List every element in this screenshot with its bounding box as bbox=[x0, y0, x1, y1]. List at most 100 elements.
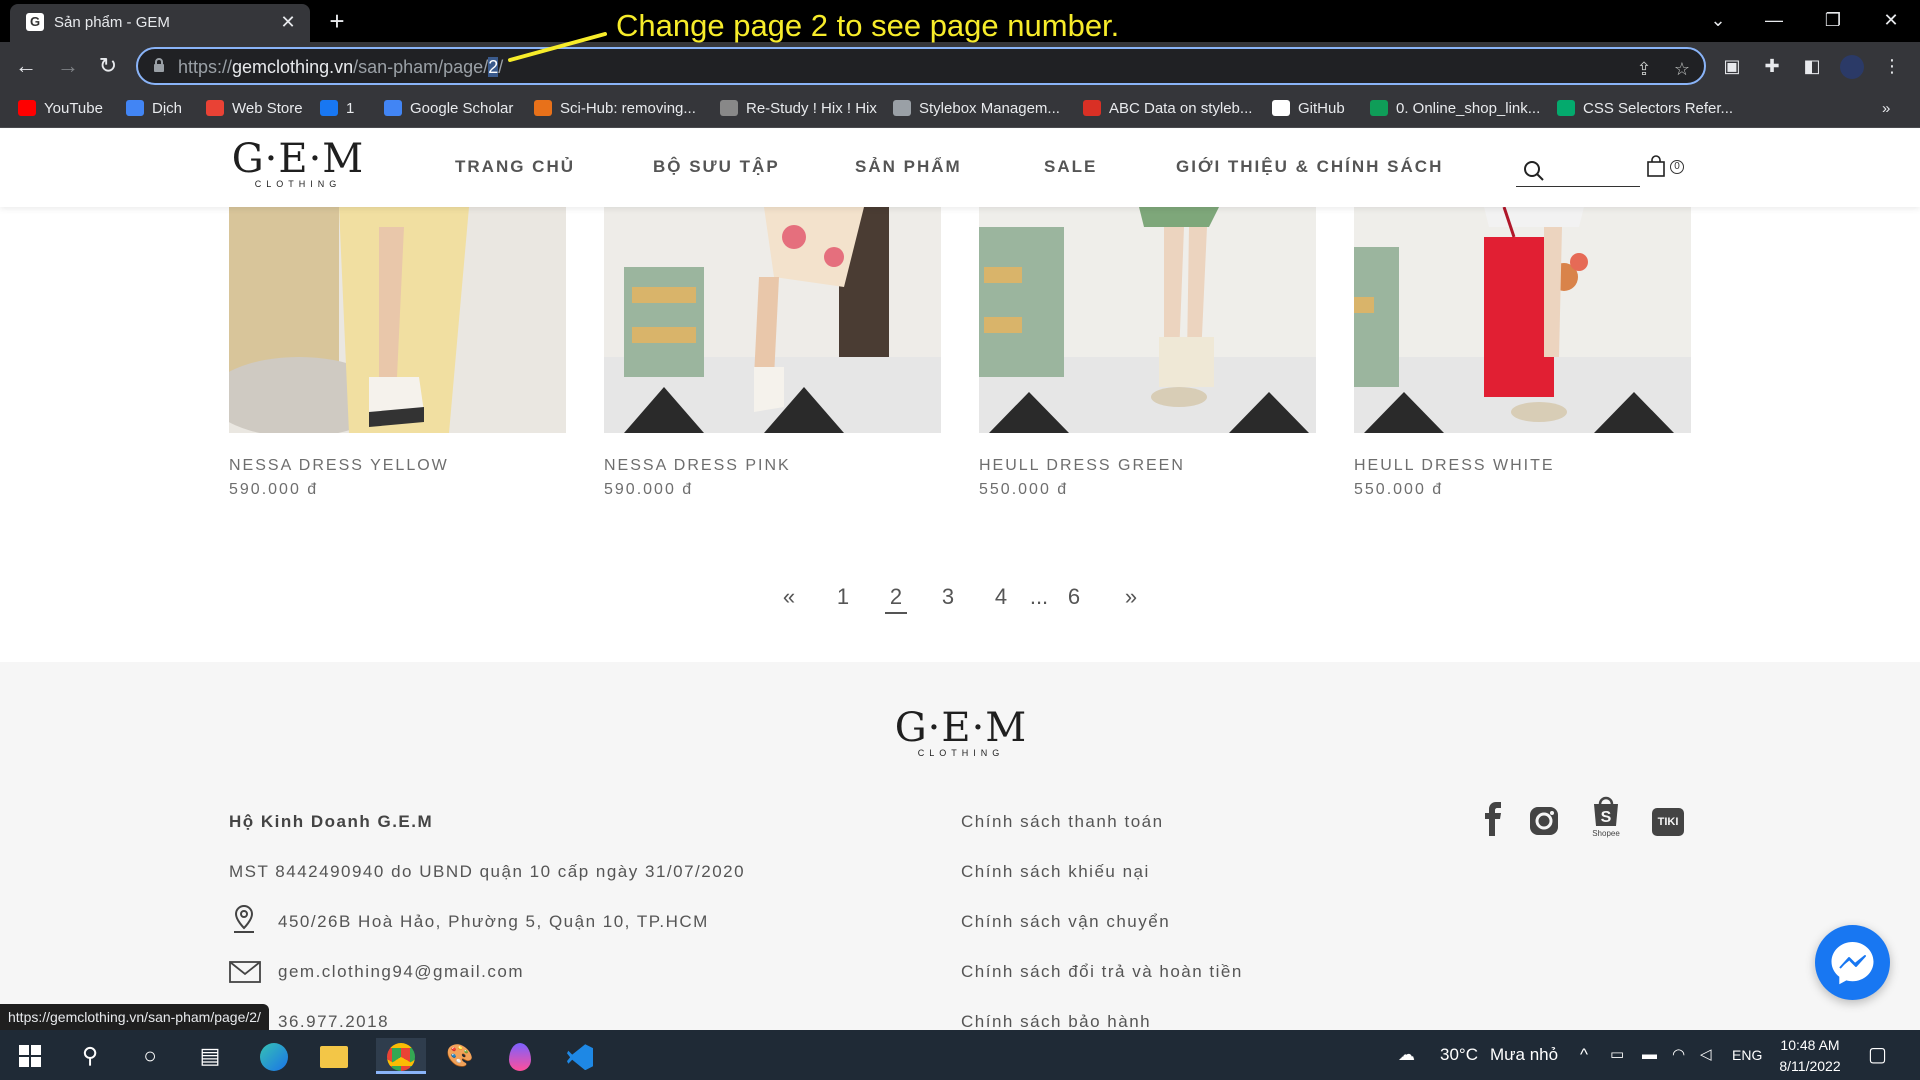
weather-icon[interactable]: ☁ bbox=[1398, 1030, 1415, 1080]
product-image[interactable] bbox=[979, 207, 1316, 433]
browser-tab[interactable]: G Sản phẩm - GEM ✕ bbox=[10, 4, 310, 42]
bookmark-star-icon[interactable]: ☆ bbox=[1670, 57, 1694, 81]
menu-kebab-icon[interactable]: ⋮ bbox=[1878, 52, 1906, 80]
bookmarks-overflow-icon[interactable]: » bbox=[1882, 99, 1890, 119]
shopee-icon[interactable]: S Shopee bbox=[1586, 794, 1626, 838]
paint-icon[interactable]: 🎨 bbox=[442, 1038, 478, 1074]
vscode-icon[interactable] bbox=[562, 1038, 598, 1074]
search-icon[interactable]: ⚲ bbox=[72, 1038, 108, 1074]
bookmark-item[interactable]: Re-Study ! Hix ! Hix bbox=[720, 99, 877, 119]
tiki-icon[interactable]: TIKI bbox=[1652, 808, 1684, 836]
bookmark-item[interactable]: CSS Selectors Refer... bbox=[1557, 99, 1733, 119]
chrome-icon[interactable] bbox=[376, 1038, 426, 1074]
weather-desc[interactable]: Mưa nhỏ bbox=[1490, 1030, 1558, 1080]
meet-now-icon[interactable]: ▭ bbox=[1610, 1030, 1624, 1080]
page-link-3[interactable]: 3 bbox=[937, 580, 959, 614]
product-image[interactable] bbox=[604, 207, 941, 433]
bookmark-item[interactable]: Dịch bbox=[126, 99, 182, 119]
bookmark-item[interactable]: Web Store bbox=[206, 99, 303, 119]
pagination-next-icon[interactable]: » bbox=[1116, 580, 1146, 614]
edge-icon[interactable] bbox=[256, 1038, 292, 1074]
battery-icon[interactable]: ▬ bbox=[1642, 1030, 1657, 1080]
bookmark-item[interactable]: Google Scholar bbox=[384, 99, 513, 119]
product-price: 590.000 đ bbox=[604, 481, 694, 498]
product-image[interactable] bbox=[229, 207, 566, 433]
bookmark-item[interactable]: YouTube bbox=[18, 99, 103, 119]
input-language[interactable]: ENG bbox=[1732, 1030, 1762, 1080]
minimize-button[interactable]: — bbox=[1751, 0, 1797, 40]
lock-icon[interactable] bbox=[152, 57, 170, 75]
url-selected-page[interactable]: 2 bbox=[488, 57, 499, 77]
notification-icon[interactable]: ▢ bbox=[1868, 1030, 1887, 1080]
policy-link-complaint[interactable]: Chính sách khiếu nại bbox=[961, 862, 1150, 882]
tab-close-icon[interactable]: ✕ bbox=[276, 10, 300, 34]
cart-button[interactable]: 0 bbox=[1646, 155, 1686, 185]
footer-phone[interactable]: 36.977.2018 bbox=[278, 1012, 389, 1032]
bookmark-item[interactable]: ABC Data on styleb... bbox=[1083, 99, 1252, 119]
product-card[interactable]: NESSA DRESS YELLOW 590.000 đ bbox=[229, 207, 566, 498]
back-icon[interactable]: ← bbox=[10, 50, 42, 82]
url-text[interactable]: https://gemclothing.vn/san-pham/page/2/ bbox=[178, 57, 503, 78]
product-name[interactable]: HEULL DRESS GREEN bbox=[979, 457, 1185, 475]
extension-tab-icon[interactable]: ▣ bbox=[1718, 52, 1746, 80]
product-image[interactable] bbox=[1354, 207, 1691, 433]
volume-icon[interactable]: ◁ bbox=[1700, 1030, 1712, 1080]
tray-chevron-icon[interactable]: ^ bbox=[1580, 1030, 1588, 1080]
extensions-puzzle-icon[interactable]: ✚ bbox=[1758, 52, 1786, 80]
tab-search-icon[interactable]: ⌄ bbox=[1695, 0, 1741, 40]
wifi-icon[interactable]: ◠ bbox=[1672, 1030, 1685, 1080]
nav-about-policy[interactable]: GIỚI THIỆU & CHÍNH SÁCH bbox=[1176, 157, 1443, 177]
product-name[interactable]: NESSA DRESS PINK bbox=[604, 457, 791, 475]
close-window-button[interactable]: ✕ bbox=[1868, 0, 1914, 40]
page-link-6[interactable]: 6 bbox=[1063, 580, 1085, 614]
github-icon bbox=[1272, 100, 1290, 116]
messenger-chat-button[interactable] bbox=[1815, 925, 1890, 1000]
new-tab-button[interactable]: + bbox=[322, 6, 352, 36]
instagram-icon[interactable] bbox=[1528, 805, 1560, 837]
pagination-prev-icon[interactable]: « bbox=[774, 580, 804, 614]
nav-products[interactable]: SẢN PHẨM bbox=[855, 157, 962, 177]
share-icon[interactable]: ⇪ bbox=[1632, 57, 1656, 81]
product-card[interactable]: HEULL DRESS GREEN 550.000 đ bbox=[979, 207, 1316, 498]
site-logo[interactable]: G·E·M CLOTHING bbox=[228, 137, 368, 189]
page-link-4[interactable]: 4 bbox=[990, 580, 1012, 614]
facebook-icon[interactable] bbox=[1482, 802, 1504, 836]
profile-avatar[interactable] bbox=[1838, 52, 1866, 80]
bookmark-item[interactable]: 1 bbox=[320, 99, 354, 119]
color-app-icon[interactable] bbox=[502, 1038, 538, 1074]
page-link-2-current[interactable]: 2 bbox=[885, 580, 907, 614]
product-card[interactable]: NESSA DRESS PINK 590.000 đ bbox=[604, 207, 941, 498]
forward-icon[interactable]: → bbox=[52, 50, 84, 82]
bookmark-item[interactable]: Sci-Hub: removing... bbox=[534, 99, 696, 119]
search-input[interactable] bbox=[1516, 155, 1640, 187]
abc-icon bbox=[1083, 100, 1101, 116]
bookmark-label: Google Scholar bbox=[410, 100, 514, 117]
policy-link-return[interactable]: Chính sách đổi trả và hoàn tiền bbox=[961, 962, 1243, 982]
product-name[interactable]: HEULL DRESS WHITE bbox=[1354, 457, 1555, 475]
cortana-icon[interactable]: ○ bbox=[132, 1038, 168, 1074]
product-card[interactable]: HEULL DRESS WHITE 550.000 đ bbox=[1354, 207, 1691, 498]
address-bar[interactable]: https://gemclothing.vn/san-pham/page/2/ … bbox=[136, 47, 1706, 85]
policy-link-shipping[interactable]: Chính sách vận chuyển bbox=[961, 912, 1170, 932]
bookmark-item[interactable]: 0. Online_shop_link... bbox=[1370, 99, 1540, 119]
task-view-icon[interactable]: ▤ bbox=[192, 1038, 228, 1074]
nav-sale[interactable]: SALE bbox=[1044, 157, 1097, 177]
page-link-1[interactable]: 1 bbox=[832, 580, 854, 614]
reload-icon[interactable]: ↻ bbox=[92, 50, 124, 82]
bookmark-item[interactable]: Stylebox Managem... bbox=[893, 99, 1060, 119]
bookmark-item[interactable]: GitHub bbox=[1272, 99, 1345, 119]
side-panel-icon[interactable]: ◧ bbox=[1798, 52, 1826, 80]
policy-link-warranty[interactable]: Chính sách bảo hành bbox=[961, 1012, 1151, 1032]
nav-collection[interactable]: BỘ SƯU TẬP bbox=[653, 157, 780, 177]
windows-start-icon[interactable] bbox=[12, 1038, 48, 1074]
footer-logo[interactable]: G·E·M CLOTHING bbox=[890, 706, 1032, 758]
file-explorer-icon[interactable] bbox=[316, 1038, 352, 1074]
weather-temp[interactable]: 30°C bbox=[1440, 1030, 1478, 1080]
footer-email[interactable]: gem.clothing94@gmail.com bbox=[278, 962, 524, 982]
product-name[interactable]: NESSA DRESS YELLOW bbox=[229, 457, 449, 475]
search-icon[interactable] bbox=[1522, 159, 1546, 183]
system-clock[interactable]: 10:48 AM 8/11/2022 bbox=[1770, 1035, 1850, 1077]
restore-button[interactable]: ❐ bbox=[1810, 0, 1856, 40]
policy-link-payment[interactable]: Chính sách thanh toán bbox=[961, 812, 1164, 832]
nav-home[interactable]: TRANG CHỦ bbox=[455, 157, 575, 177]
